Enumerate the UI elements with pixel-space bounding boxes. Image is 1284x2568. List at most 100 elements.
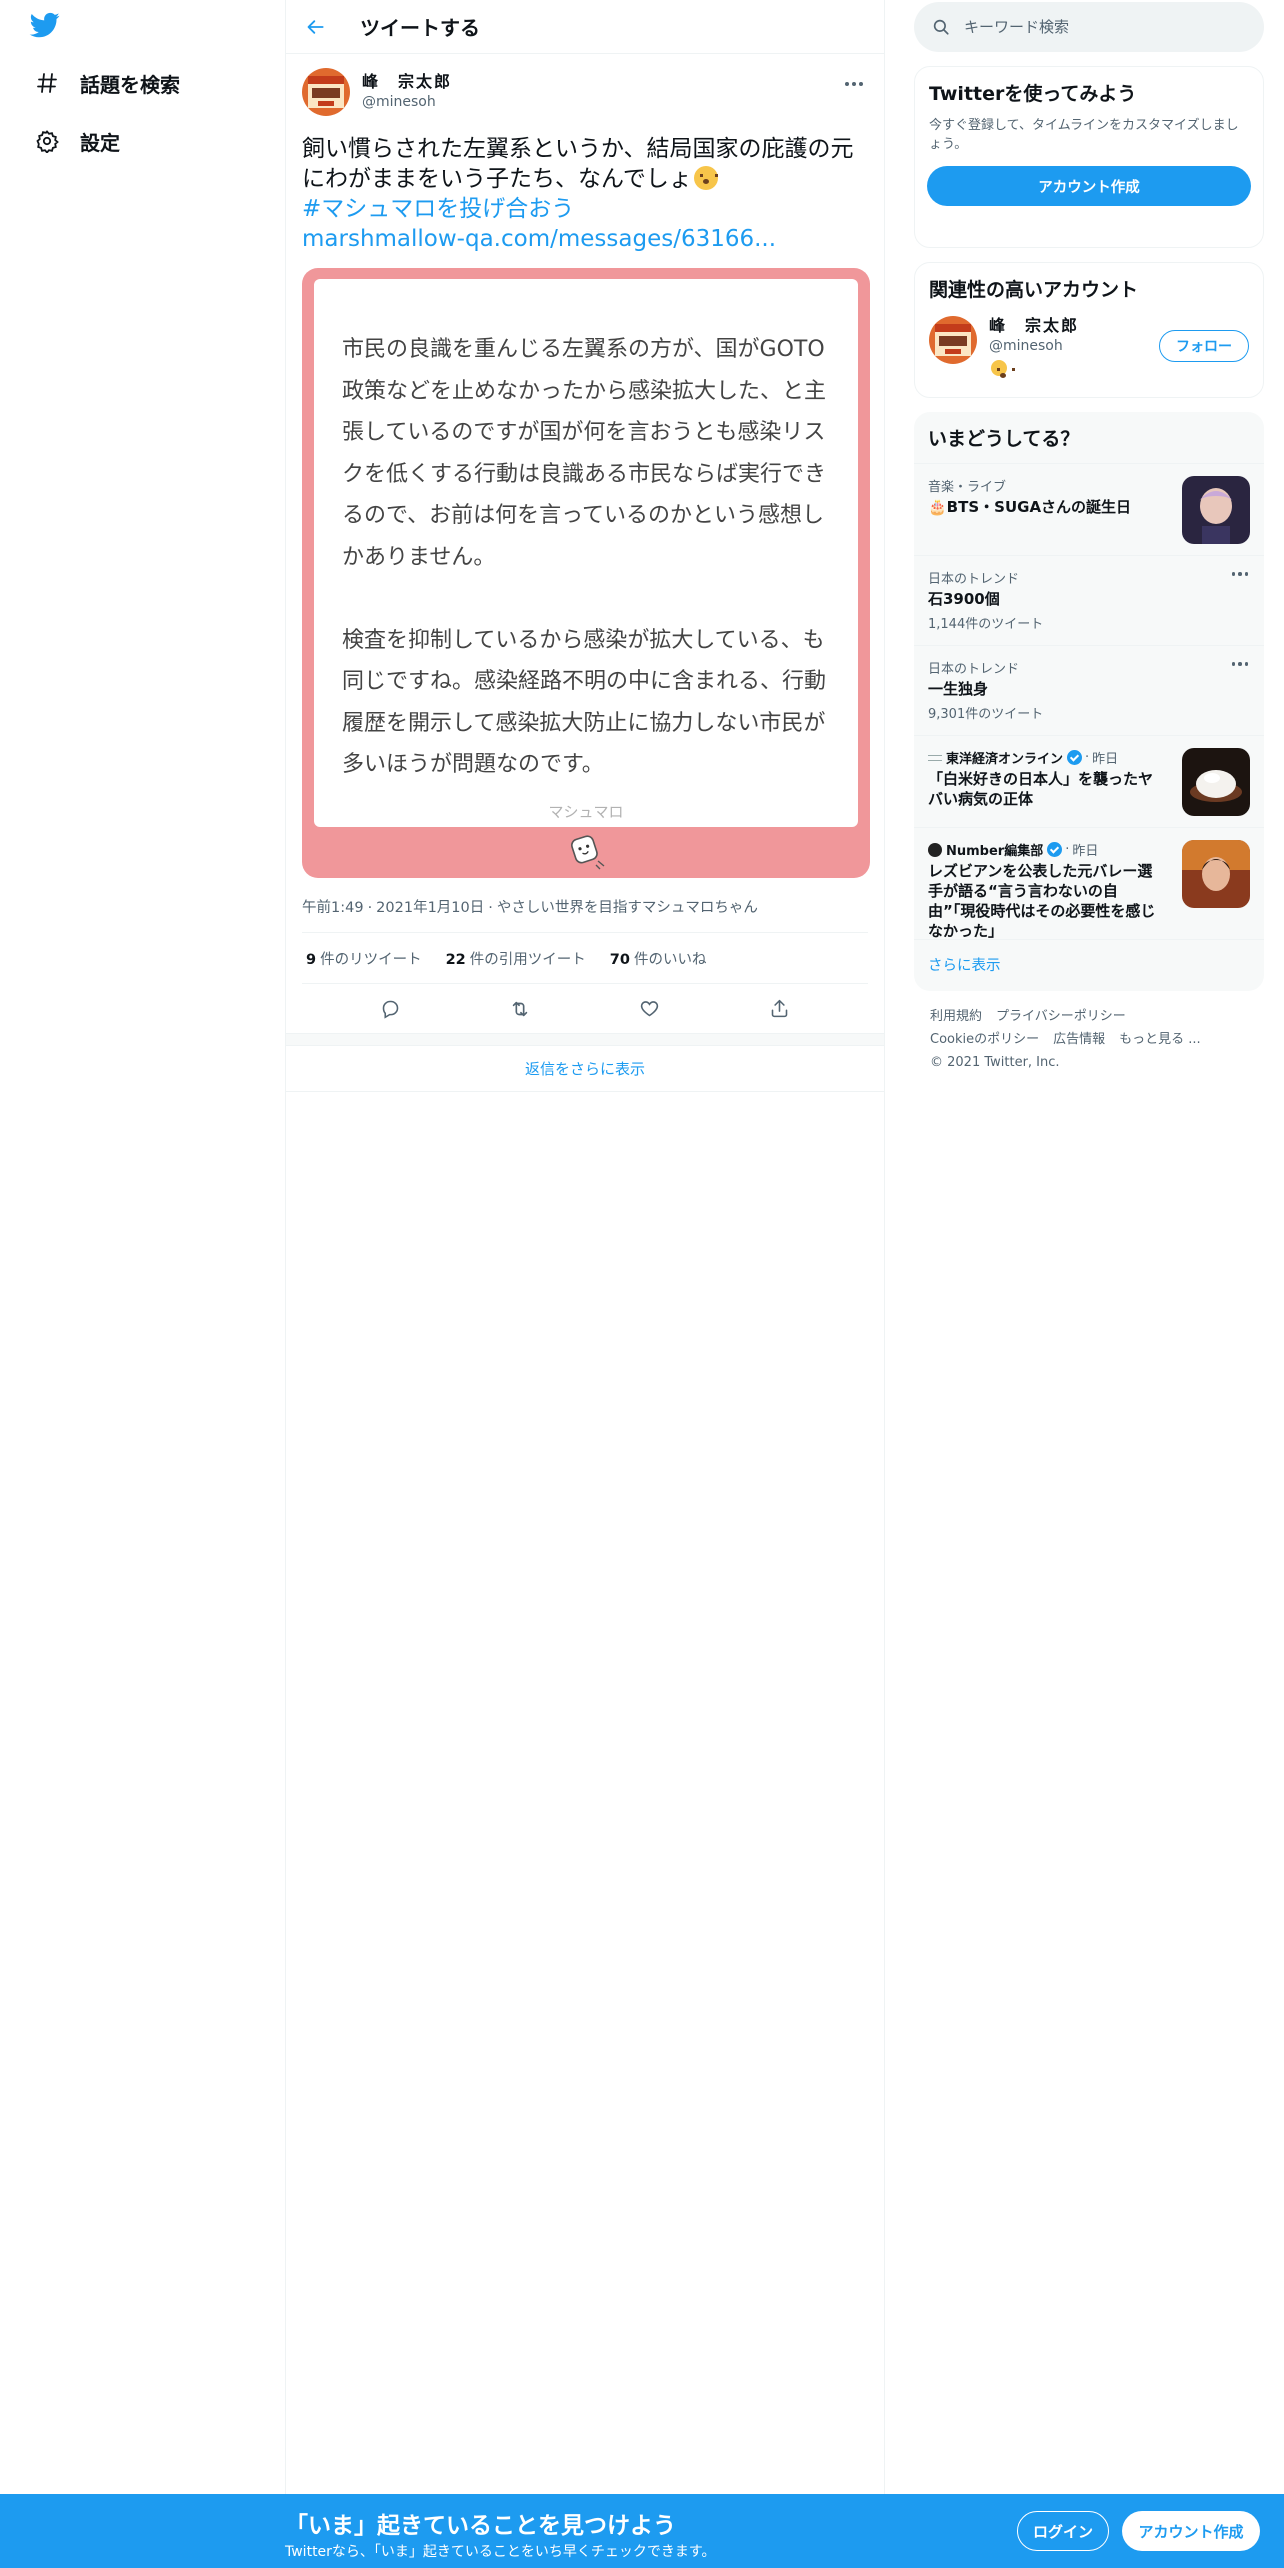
news-item[interactable]: Number編集部 · 昨日 レズビアンを公表した元バレー選手が語る“言う言わな… xyxy=(914,827,1264,940)
create-account-button[interactable]: アカウント作成 xyxy=(927,166,1251,206)
news-title: レズビアンを公表した元バレー選手が語る“言う言わないの自由”「現役時代はその必要… xyxy=(928,862,1156,940)
related-name[interactable]: 峰 宗太郎 xyxy=(989,316,1079,336)
footer-link-terms[interactable]: 利用規約 xyxy=(930,1009,982,1024)
verified-badge-icon xyxy=(1047,842,1063,857)
trend-tweet-count: 1,144件のツイート xyxy=(928,617,1044,632)
news-source-logo-icon xyxy=(928,842,942,857)
card-brand-label: マシュマロ xyxy=(548,803,624,821)
news-source-name: 東洋経済オンライン xyxy=(946,752,1064,767)
related-account[interactable]: 峰 宗太郎 @minesoh フォロー xyxy=(915,302,1263,386)
signup-panel-desc: 今すぐ登録して、タイムラインをカスタマイズしましょう。 xyxy=(929,118,1239,152)
face-emoji-icon xyxy=(693,166,718,190)
retweet-count[interactable]: 9 件のリツイート xyxy=(306,948,422,969)
bottom-bar-title: 「いま」起きていることを見つけよう xyxy=(285,2513,676,2539)
tweet-author[interactable]: 峰 宗太郎 @minesoh xyxy=(302,66,868,118)
author-name[interactable]: 峰 宗太郎 xyxy=(362,72,452,92)
nav-settings[interactable]: 設定 xyxy=(30,117,120,165)
face-emoji-icon xyxy=(991,360,1015,378)
retweet-count-label: 件のリツイート xyxy=(320,951,422,968)
hashtag-link[interactable]: #マシュマロを投げ合おう xyxy=(302,194,868,224)
news-time: 昨日 xyxy=(1072,844,1099,859)
tweet-url-link[interactable]: marshmallow-qa.com/messages/63166... xyxy=(302,224,868,254)
trend-item[interactable]: 音楽・ライブ 🎂BTS・SUGAさんの誕生日 xyxy=(914,463,1264,555)
news-source-logo-icon xyxy=(928,754,942,761)
show-more-replies-button[interactable]: 返信をさらに表示 xyxy=(286,1046,884,1092)
nav-settings-label: 設定 xyxy=(80,130,120,155)
header: ツイートする xyxy=(286,0,884,54)
arrow-left-icon xyxy=(307,19,324,34)
news-thumbnail xyxy=(1182,748,1250,816)
copyright: © 2021 Twitter, Inc. xyxy=(930,1055,1060,1070)
back-button[interactable] xyxy=(298,9,334,45)
footer-link-more[interactable]: もっと見る ... xyxy=(1119,1032,1201,1047)
avatar[interactable] xyxy=(302,68,350,116)
verified-badge-icon xyxy=(1067,750,1083,765)
news-title: 「白米好きの日本人」を襲ったヤバい病気の正体 xyxy=(928,770,1154,808)
retweet-count-value: 9 xyxy=(306,951,317,968)
more-options-icon[interactable] xyxy=(1231,572,1248,576)
nav-explore[interactable]: 話題を検索 xyxy=(30,59,180,107)
tweet-meta: 午前1:49 · 2021年1月10日 · やさしい世界を目指すマシュマロちゃん xyxy=(302,900,758,916)
search-icon xyxy=(933,19,949,35)
news-source-name: Number編集部 xyxy=(946,844,1044,859)
footer-link-cookies[interactable]: Cookieのポリシー xyxy=(930,1032,1039,1047)
tweet-time[interactable]: 午前1:49 xyxy=(302,900,364,916)
quote-count[interactable]: 22 件の引用ツイート xyxy=(446,948,586,969)
news-time: 昨日 xyxy=(1092,752,1119,767)
reply-icon[interactable] xyxy=(374,992,408,1026)
author-handle[interactable]: @minesoh xyxy=(362,92,452,112)
main-column: ツイートする 峰 宗太郎 @minesoh 飼い慣らされた左翼系というか、結局国… xyxy=(285,0,885,2568)
tweet: 峰 宗太郎 @minesoh 飼い慣らされた左翼系というか、結局国家の庇護の元に… xyxy=(286,54,884,1092)
card-question-text: 市民の良識を重んじる左翼系の方が、国がGOTO政策などを止めなかったから感染拡大… xyxy=(342,337,827,777)
trend-context: 日本のトレンド xyxy=(928,662,1020,677)
divider xyxy=(286,1034,884,1046)
login-button[interactable]: ログイン xyxy=(1017,2511,1109,2551)
media-card[interactable]: 市民の良識を重んじる左翼系の方が、国がGOTO政策などを止めなかったから感染拡大… xyxy=(302,268,870,878)
trend-context: 日本のトレンド xyxy=(928,572,1020,587)
more-options-icon[interactable] xyxy=(1231,662,1248,666)
tweet-body: 飼い慣らされた左翼系というか、結局国家の庇護の元にわがままをいう子たち、なんでし… xyxy=(302,136,854,192)
gear-icon xyxy=(30,124,64,158)
footer-link-privacy[interactable]: プライバシーポリシー xyxy=(996,1009,1126,1024)
retweet-icon[interactable] xyxy=(503,992,537,1026)
quote-count-value: 22 xyxy=(445,951,466,968)
twitter-logo-icon[interactable] xyxy=(28,10,66,44)
signup-panel: Twitterを使ってみよう 今すぐ登録して、タイムラインをカスタマイズしましょ… xyxy=(914,66,1264,248)
related-names: 峰 宗太郎 @minesoh xyxy=(989,316,1079,378)
tweet-actions xyxy=(286,984,884,1034)
left-nav: 話題を検索 設定 xyxy=(0,0,285,2568)
author-names: 峰 宗太郎 @minesoh xyxy=(362,72,452,112)
follow-button[interactable]: フォロー xyxy=(1159,330,1249,362)
search-box[interactable] xyxy=(914,2,1264,52)
tweet-date[interactable]: 2021年1月10日 xyxy=(376,900,484,916)
like-count-label: 件のいいね xyxy=(633,951,707,968)
footer: 利用規約 プライバシーポリシー Cookieのポリシー 広告情報 もっと見る ... … xyxy=(914,991,1264,1088)
like-count[interactable]: 70 件のいいね xyxy=(610,948,707,969)
tweet-source[interactable]: やさしい世界を目指すマシュマロちゃん xyxy=(497,900,758,916)
news-item[interactable]: 東洋経済オンライン · 昨日 「白米好きの日本人」を襲ったヤバい病気の正体 xyxy=(914,735,1264,827)
bottom-signup-bar: 「いま」起きていることを見つけよう Twitterなら、「いま」起きていることを… xyxy=(0,2494,1284,2568)
like-icon[interactable] xyxy=(633,992,667,1026)
related-panel-title: 関連性の高いアカウント xyxy=(929,279,1139,301)
share-icon[interactable] xyxy=(762,992,796,1026)
signup-button[interactable]: アカウント作成 xyxy=(1122,2511,1260,2551)
page-title: ツイートする xyxy=(360,16,480,40)
right-sidebar: Twitterを使ってみよう 今すぐ登録して、タイムラインをカスタマイズしましょ… xyxy=(914,0,1264,1088)
like-count-value: 70 xyxy=(609,951,630,968)
trend-item[interactable]: 日本のトレンド 一生独身 9,301件のツイート xyxy=(914,645,1264,735)
news-thumbnail xyxy=(1182,840,1250,908)
more-options-icon[interactable] xyxy=(840,72,868,96)
related-handle[interactable]: @minesoh xyxy=(989,336,1079,356)
related-accounts-panel: 関連性の高いアカウント 峰 宗太郎 @minesoh フォロー xyxy=(914,262,1264,398)
bottom-bar-subtitle: Twitterなら、「いま」起きていることをいち早くチェックできます。 xyxy=(285,2544,716,2560)
trend-title: 一生独身 xyxy=(928,680,989,698)
footer-link-ads[interactable]: 広告情報 xyxy=(1053,1032,1105,1047)
trend-item[interactable]: 日本のトレンド 石3900個 1,144件のツイート xyxy=(914,555,1264,645)
trend-title: 石3900個 xyxy=(928,590,1000,608)
card-inner: 市民の良識を重んじる左翼系の方が、国がGOTO政策などを止めなかったから感染拡大… xyxy=(314,279,858,827)
search-input[interactable] xyxy=(964,18,1224,36)
hashtag-icon xyxy=(30,66,64,100)
quote-count-label: 件の引用ツイート xyxy=(469,951,586,968)
related-avatar[interactable] xyxy=(929,316,977,364)
show-more-trends-link[interactable]: さらに表示 xyxy=(914,939,1264,991)
